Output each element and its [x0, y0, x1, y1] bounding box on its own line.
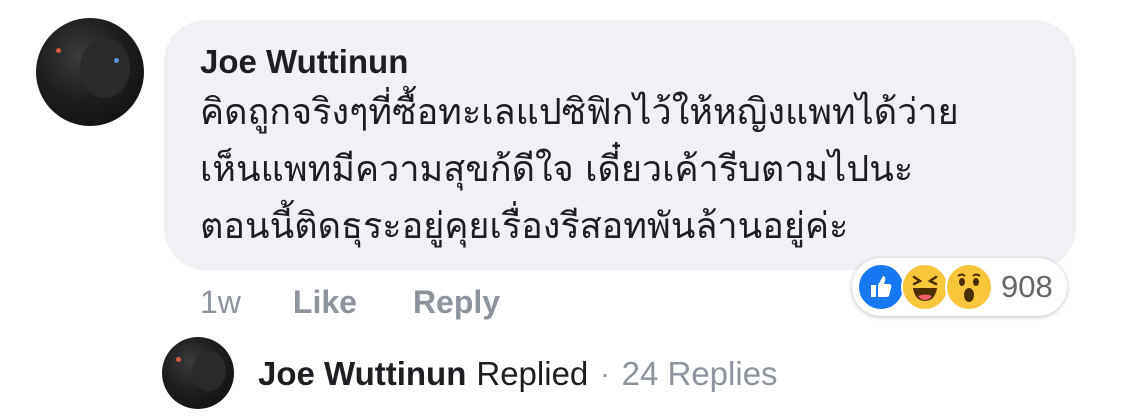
separator-dot: · — [600, 358, 610, 389]
comment-line: เห็นแพทมีความสุขก้ดีใจ เดี๋ยวเค้ารีบตามไ… — [200, 149, 914, 190]
comment-author-name[interactable]: Joe Wuttinun — [200, 42, 1046, 82]
replied-label: Replied — [476, 355, 589, 392]
comment-line: คิดถูกจริงๆที่ซื้อทะเลแปซิฟิกไว้ให้หญิงแ… — [200, 92, 959, 133]
comment-line: ตอนนี้ติดธุระอยู่คุยเรื่องรีสอทพันล้านอย… — [200, 206, 849, 247]
reply-author-name: Joe Wuttinun — [258, 355, 467, 392]
commenter-avatar[interactable] — [36, 18, 144, 126]
haha-reaction-icon — [901, 263, 949, 311]
view-replies-link[interactable]: Joe Wuttinun Replied · 24 Replies — [258, 352, 778, 396]
replies-count: 24 Replies — [621, 355, 778, 392]
reaction-count: 908 — [1001, 269, 1053, 304]
avatar-silhouette — [80, 38, 130, 98]
comment-bubble: Joe Wuttinun คิดถูกจริงๆที่ซื้อทะเลแปซิฟ… — [164, 20, 1076, 270]
like-button[interactable]: Like — [293, 284, 357, 321]
reactions-summary[interactable]: 908 — [852, 258, 1067, 316]
wow-reaction-icon — [945, 263, 993, 311]
avatar-silhouette — [192, 351, 226, 391]
comment-actions: 1w Like Reply — [200, 280, 500, 324]
comment-timestamp[interactable]: 1w — [200, 284, 241, 321]
like-reaction-icon — [857, 263, 905, 311]
reply-button[interactable]: Reply — [413, 284, 500, 321]
reply-author-avatar[interactable] — [162, 337, 234, 409]
